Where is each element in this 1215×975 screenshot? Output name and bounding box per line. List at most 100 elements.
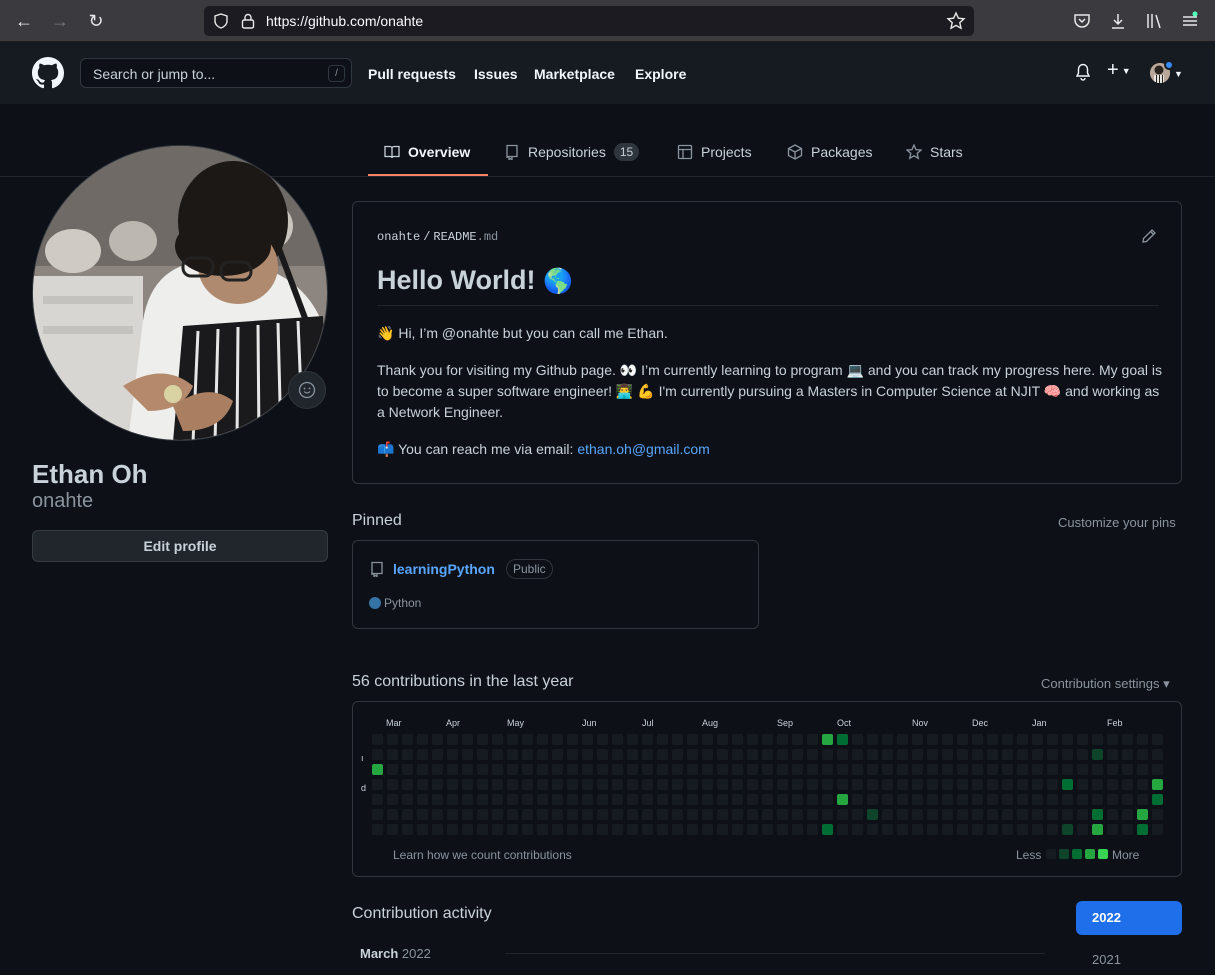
contribution-day-cell[interactable] xyxy=(687,809,698,820)
contribution-day-cell[interactable] xyxy=(1137,779,1148,790)
contribution-day-cell[interactable] xyxy=(612,749,623,760)
contribution-day-cell[interactable] xyxy=(1032,764,1043,775)
contribution-day-cell[interactable] xyxy=(1062,734,1073,745)
contribution-day-cell[interactable] xyxy=(477,734,488,745)
contribution-day-cell[interactable] xyxy=(732,794,743,805)
contribution-day-cell[interactable] xyxy=(687,764,698,775)
contribution-day-cell[interactable] xyxy=(912,779,923,790)
contribution-day-cell[interactable] xyxy=(507,794,518,805)
contribution-day-cell[interactable] xyxy=(987,764,998,775)
contribution-day-cell[interactable] xyxy=(642,749,653,760)
contribution-day-cell[interactable] xyxy=(537,749,548,760)
contribution-day-cell[interactable] xyxy=(717,824,728,835)
contribution-day-cell[interactable] xyxy=(747,764,758,775)
contribution-day-cell[interactable] xyxy=(582,764,593,775)
contribution-day-cell[interactable] xyxy=(732,749,743,760)
contribution-day-cell[interactable] xyxy=(822,734,833,745)
contribution-day-cell[interactable] xyxy=(1062,749,1073,760)
contribution-day-cell[interactable] xyxy=(672,809,683,820)
contribution-day-cell[interactable] xyxy=(492,734,503,745)
contribution-day-cell[interactable] xyxy=(792,749,803,760)
contribution-day-cell[interactable] xyxy=(447,809,458,820)
nav-explore[interactable]: Explore xyxy=(635,66,686,82)
contribution-day-cell[interactable] xyxy=(462,809,473,820)
contribution-day-cell[interactable] xyxy=(867,764,878,775)
contribution-day-cell[interactable] xyxy=(822,764,833,775)
year-2021-link[interactable]: 2021 xyxy=(1092,952,1121,967)
contribution-day-cell[interactable] xyxy=(702,824,713,835)
contribution-day-cell[interactable] xyxy=(852,779,863,790)
contribution-day-cell[interactable] xyxy=(687,779,698,790)
contribution-day-cell[interactable] xyxy=(987,824,998,835)
contribution-day-cell[interactable] xyxy=(567,779,578,790)
contribution-day-cell[interactable] xyxy=(597,779,608,790)
contribution-day-cell[interactable] xyxy=(837,779,848,790)
contribution-day-cell[interactable] xyxy=(897,794,908,805)
contribution-day-cell[interactable] xyxy=(852,734,863,745)
contribution-day-cell[interactable] xyxy=(462,764,473,775)
menu-icon[interactable] xyxy=(1180,11,1200,31)
profile-avatar[interactable] xyxy=(32,145,328,441)
contribution-day-cell[interactable] xyxy=(492,749,503,760)
contribution-day-cell[interactable] xyxy=(402,734,413,745)
contribution-day-cell[interactable] xyxy=(462,779,473,790)
contribution-day-cell[interactable] xyxy=(897,734,908,745)
contribution-day-cell[interactable] xyxy=(1107,809,1118,820)
contribution-day-cell[interactable] xyxy=(507,779,518,790)
contribution-day-cell[interactable] xyxy=(792,794,803,805)
contribution-day-cell[interactable] xyxy=(1047,734,1058,745)
contribution-day-cell[interactable] xyxy=(777,734,788,745)
contribution-day-cell[interactable] xyxy=(687,794,698,805)
contribution-day-cell[interactable] xyxy=(987,794,998,805)
contribution-day-cell[interactable] xyxy=(1107,779,1118,790)
contribution-day-cell[interactable] xyxy=(882,794,893,805)
contribution-day-cell[interactable] xyxy=(402,794,413,805)
contribution-day-cell[interactable] xyxy=(657,734,668,745)
contribution-day-cell[interactable] xyxy=(762,779,773,790)
contribution-day-cell[interactable] xyxy=(912,764,923,775)
contribution-day-cell[interactable] xyxy=(477,779,488,790)
contribution-day-cell[interactable] xyxy=(687,749,698,760)
contribution-day-cell[interactable] xyxy=(882,779,893,790)
contribution-day-cell[interactable] xyxy=(972,734,983,745)
contribution-day-cell[interactable] xyxy=(837,764,848,775)
contribution-day-cell[interactable] xyxy=(507,734,518,745)
contribution-day-cell[interactable] xyxy=(372,809,383,820)
contribution-day-cell[interactable] xyxy=(792,824,803,835)
contribution-day-cell[interactable] xyxy=(597,764,608,775)
contribution-day-cell[interactable] xyxy=(432,824,443,835)
pinned-repo-link[interactable]: learningPython xyxy=(393,561,495,577)
contribution-day-cell[interactable] xyxy=(372,779,383,790)
contribution-day-cell[interactable] xyxy=(477,794,488,805)
contribution-day-cell[interactable] xyxy=(912,749,923,760)
contribution-day-cell[interactable] xyxy=(657,749,668,760)
contribution-day-cell[interactable] xyxy=(1152,809,1163,820)
contribution-settings-dropdown[interactable]: Contribution settings ▾ xyxy=(1041,676,1170,692)
library-icon[interactable] xyxy=(1144,11,1164,31)
contribution-day-cell[interactable] xyxy=(687,734,698,745)
contribution-day-cell[interactable] xyxy=(942,824,953,835)
contribution-day-cell[interactable] xyxy=(747,779,758,790)
contribution-day-cell[interactable] xyxy=(1017,779,1028,790)
contribution-day-cell[interactable] xyxy=(627,749,638,760)
contribution-day-cell[interactable] xyxy=(1137,764,1148,775)
contribution-day-cell[interactable] xyxy=(1107,824,1118,835)
contribution-day-cell[interactable] xyxy=(537,809,548,820)
contribution-day-cell[interactable] xyxy=(702,749,713,760)
nav-issues[interactable]: Issues xyxy=(474,66,518,82)
contribution-day-cell[interactable] xyxy=(372,824,383,835)
contribution-day-cell[interactable] xyxy=(552,764,563,775)
contribution-day-cell[interactable] xyxy=(792,809,803,820)
contribution-day-cell[interactable] xyxy=(387,779,398,790)
contribution-day-cell[interactable] xyxy=(582,794,593,805)
contribution-day-cell[interactable] xyxy=(552,779,563,790)
contribution-day-cell[interactable] xyxy=(1047,794,1058,805)
learn-contributions-link[interactable]: Learn how we count contributions xyxy=(393,848,572,862)
contribution-day-cell[interactable] xyxy=(627,764,638,775)
contribution-day-cell[interactable] xyxy=(582,824,593,835)
contribution-day-cell[interactable] xyxy=(402,779,413,790)
contribution-day-cell[interactable] xyxy=(732,824,743,835)
contribution-day-cell[interactable] xyxy=(822,809,833,820)
contribution-day-cell[interactable] xyxy=(777,824,788,835)
contribution-day-cell[interactable] xyxy=(1047,764,1058,775)
